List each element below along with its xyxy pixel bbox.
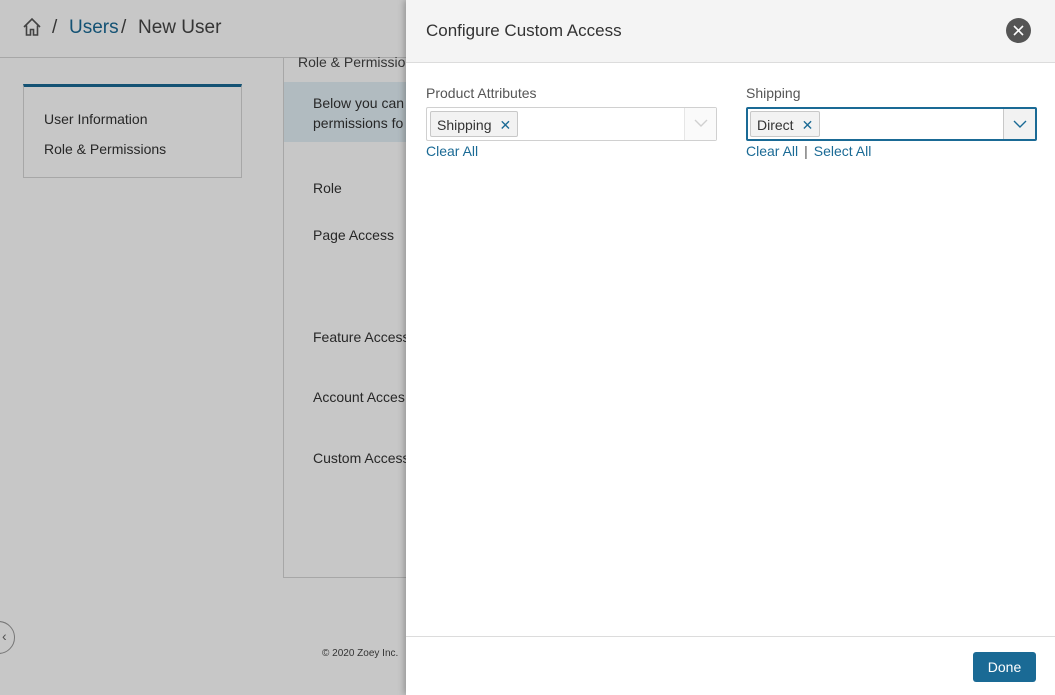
- chevron-down-icon: [1013, 120, 1027, 128]
- product-attributes-label: Product Attributes: [426, 85, 537, 101]
- selected-tag: Shipping ✕: [430, 111, 519, 137]
- select-all-link[interactable]: Select All: [814, 143, 872, 159]
- dropdown-toggle[interactable]: [1003, 109, 1035, 139]
- custom-access-drawer: Configure Custom Access Product Attribut…: [406, 0, 1055, 695]
- dropdown-toggle[interactable]: [684, 108, 716, 140]
- chevron-down-icon: [694, 119, 708, 127]
- tag-label: Shipping: [437, 117, 492, 133]
- shipping-actions: Clear All | Select All: [746, 143, 1037, 159]
- link-separator: |: [804, 143, 808, 159]
- clear-all-link[interactable]: Clear All: [746, 143, 798, 159]
- selected-tag: Direct ✕: [750, 111, 821, 137]
- shipping-select[interactable]: Direct ✕: [746, 107, 1037, 141]
- done-button[interactable]: Done: [973, 652, 1036, 682]
- remove-tag-icon[interactable]: ✕: [500, 117, 512, 134]
- tag-label: Direct: [757, 117, 794, 133]
- close-icon: [1013, 25, 1024, 36]
- drawer-header: Configure Custom Access: [406, 0, 1055, 63]
- shipping-label: Shipping: [746, 85, 801, 101]
- drawer-title: Configure Custom Access: [426, 21, 622, 40]
- close-button[interactable]: [1006, 18, 1031, 43]
- page: / Users / New User User Information Role…: [0, 0, 1055, 695]
- remove-tag-icon[interactable]: ✕: [802, 117, 814, 134]
- product-attributes-actions: Clear All: [426, 143, 717, 159]
- product-attributes-group: Product Attributes Shipping ✕ Clear All: [426, 85, 717, 159]
- drawer-footer: Done: [406, 636, 1055, 695]
- shipping-group: Shipping Direct ✕ Clear All | Select All: [746, 85, 1037, 159]
- product-attributes-select[interactable]: Shipping ✕: [426, 107, 717, 141]
- clear-all-link[interactable]: Clear All: [426, 143, 478, 159]
